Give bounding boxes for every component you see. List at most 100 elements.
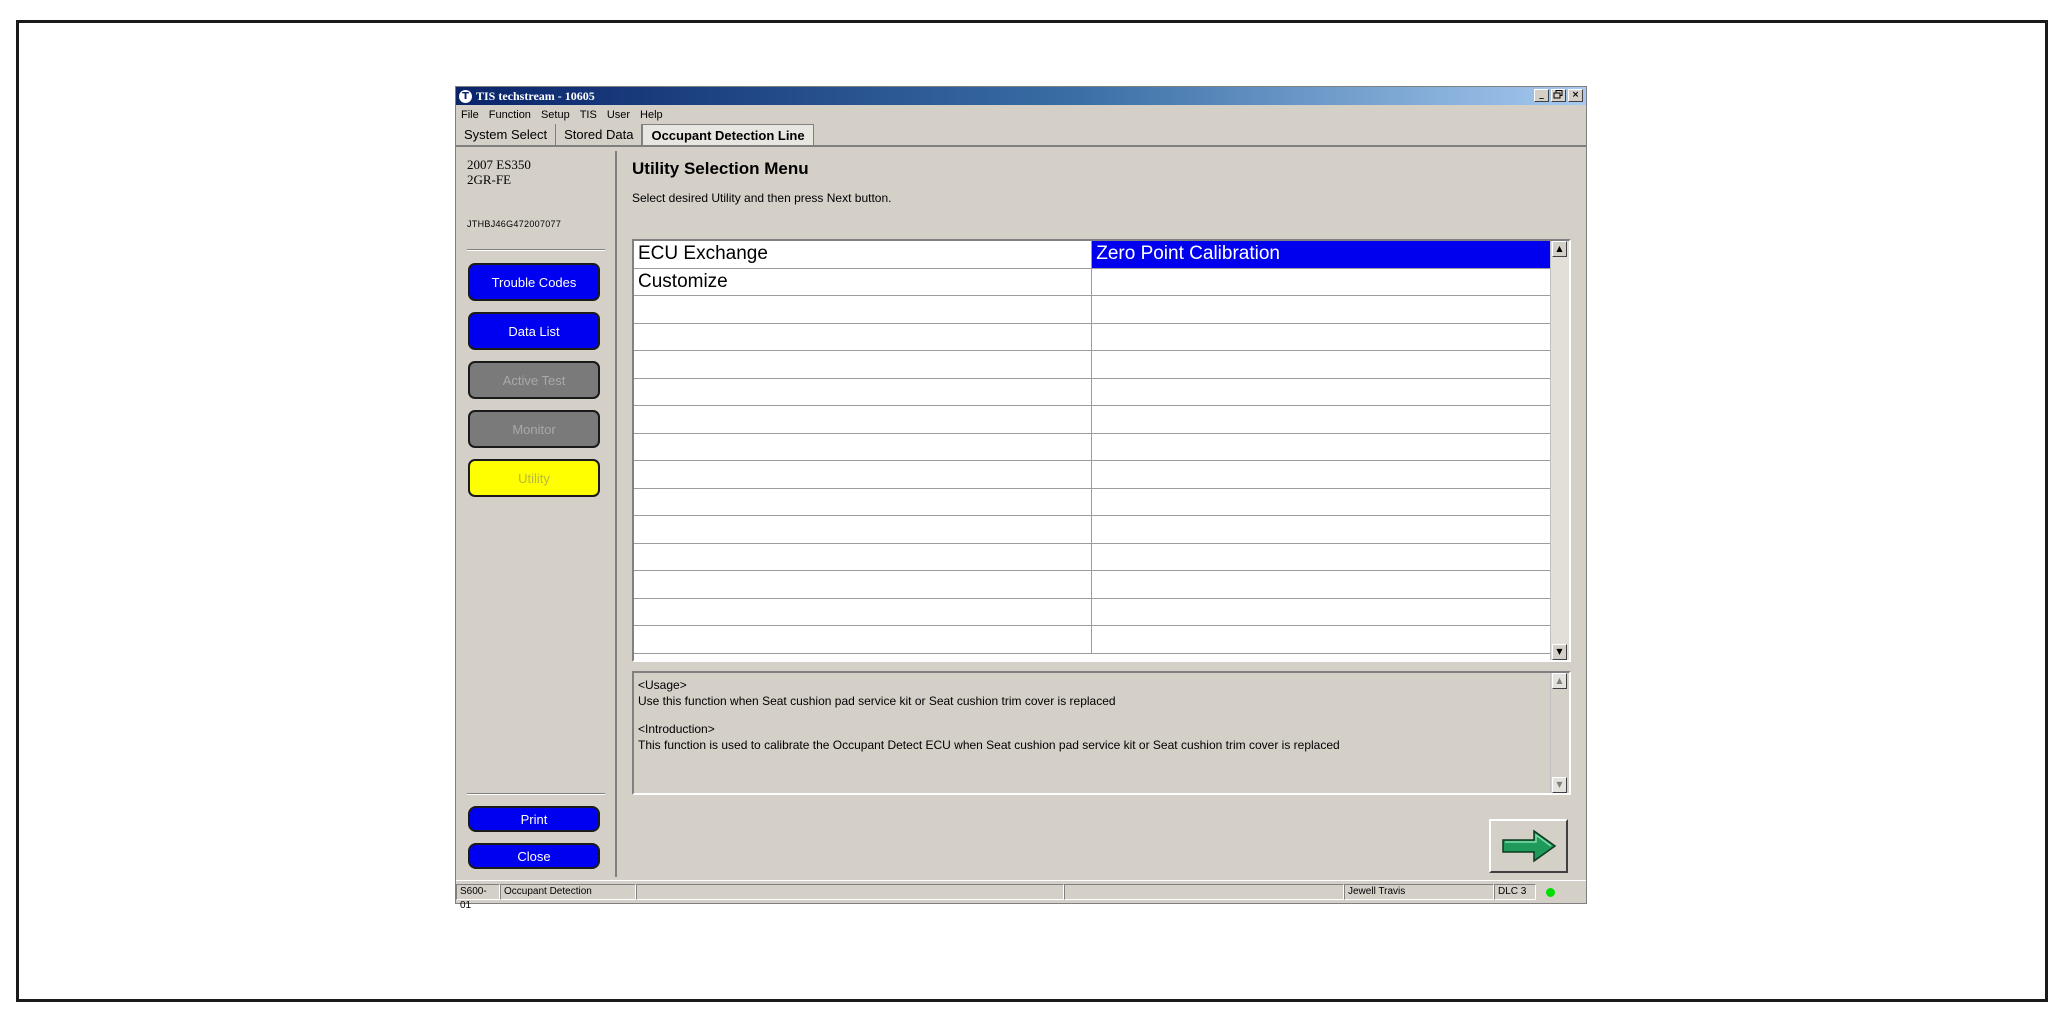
- app-icon: T: [459, 89, 472, 103]
- utility-list: ECU Exchange Zero Point Calibration Cust…: [632, 239, 1571, 662]
- sidebar-divider: [467, 793, 605, 795]
- next-arrow-icon: [1501, 829, 1556, 863]
- active-test-button[interactable]: Active Test: [468, 361, 600, 399]
- introduction-text: This function is used to calibrate the O…: [638, 738, 1340, 752]
- utility-button[interactable]: Utility: [468, 459, 600, 497]
- tab-system-select[interactable]: System Select: [456, 124, 557, 145]
- table-cell: [634, 323, 1093, 351]
- table-cell: [1091, 570, 1551, 599]
- desc-scroll-up-button[interactable]: ▲: [1552, 673, 1567, 689]
- vehicle-vin: JTHBJ46G472007077: [467, 219, 562, 229]
- page-title: Utility Selection Menu: [632, 159, 809, 178]
- status-field: [1064, 884, 1344, 900]
- table-cell: [1091, 295, 1551, 324]
- table-cell: [1091, 378, 1551, 406]
- status-system: Occupant Detection: [500, 884, 636, 900]
- tab-bar: System Select Stored Data Occupant Detec…: [456, 124, 1586, 147]
- table-row: [634, 598, 1551, 626]
- table-cell: [1091, 488, 1551, 516]
- table-cell: [1091, 460, 1551, 489]
- menu-bar: File Function Setup TIS User Help: [456, 106, 1586, 123]
- minimize-button[interactable]: _: [1534, 89, 1549, 102]
- table-cell: [634, 570, 1093, 599]
- vehicle-info: 2007 ES350 2GR-FE: [467, 157, 531, 187]
- description-panel: <Usage> Use this function when Seat cush…: [632, 671, 1571, 795]
- table-row: [634, 515, 1551, 544]
- monitor-button[interactable]: Monitor: [468, 410, 600, 448]
- table-row: [634, 570, 1551, 599]
- utility-ecu-exchange[interactable]: ECU Exchange: [634, 241, 1093, 269]
- table-cell: [1091, 268, 1551, 296]
- techstream-window: T TIS techstream - 10605 _ × File Functi…: [455, 86, 1587, 911]
- table-cell: [634, 488, 1093, 516]
- scroll-down-button[interactable]: ▼: [1552, 644, 1567, 660]
- description-scrollbar[interactable]: ▲ ▼: [1550, 673, 1569, 793]
- restore-button[interactable]: [1551, 89, 1566, 102]
- status-user: Jewell Travis: [1344, 884, 1494, 900]
- sidebar: 2007 ES350 2GR-FE JTHBJ46G472007077 Trou…: [459, 151, 617, 877]
- table-cell: [634, 405, 1093, 434]
- table-cell: [634, 433, 1093, 461]
- table-cell: [1091, 515, 1551, 544]
- menu-tis[interactable]: TIS: [575, 109, 602, 121]
- tab-occupant-detection[interactable]: Occupant Detection Line: [642, 124, 814, 145]
- table-cell: [1091, 350, 1551, 379]
- table-cell: [634, 378, 1093, 406]
- table-row: [634, 625, 1551, 654]
- status-bar: S600-01 Occupant Detection Jewell Travis…: [456, 880, 1586, 911]
- table-cell: [634, 295, 1093, 324]
- table-row: [634, 350, 1551, 379]
- title-bar: T TIS techstream - 10605 _ ×: [456, 87, 1586, 105]
- close-button[interactable]: Close: [468, 843, 600, 869]
- table-cell: [634, 598, 1093, 626]
- utility-customize[interactable]: Customize: [634, 268, 1093, 296]
- trouble-codes-button[interactable]: Trouble Codes: [468, 263, 600, 301]
- vehicle-engine: 2GR-FE: [467, 172, 512, 187]
- restore-icon: [1553, 90, 1563, 99]
- usage-header: <Usage>: [638, 678, 687, 692]
- main-content: Utility Selection Menu Select desired Ut…: [622, 151, 1582, 877]
- table-row: Customize: [634, 268, 1551, 296]
- desc-scroll-down-button[interactable]: ▼: [1552, 777, 1567, 793]
- usage-text: Use this function when Seat cushion pad …: [638, 694, 1116, 708]
- table-cell: [634, 460, 1093, 489]
- connection-status-icon: [1546, 887, 1555, 897]
- sidebar-divider: [467, 249, 605, 251]
- description-text: <Usage> Use this function when Seat cush…: [638, 677, 1547, 753]
- table-cell: [1091, 433, 1551, 461]
- introduction-header: <Introduction>: [638, 722, 715, 736]
- table-row: [634, 488, 1551, 516]
- menu-function[interactable]: Function: [484, 109, 536, 121]
- table-row: [634, 405, 1551, 434]
- next-button[interactable]: [1489, 819, 1568, 873]
- status-connection: DLC 3: [1494, 884, 1536, 900]
- table-row: ECU Exchange Zero Point Calibration: [634, 241, 1551, 269]
- status-code: S600-01: [456, 884, 500, 911]
- table-row: [634, 323, 1551, 351]
- table-row: [634, 295, 1551, 324]
- window-title: TIS techstream - 10605: [476, 88, 595, 103]
- table-row: [634, 433, 1551, 461]
- utility-zero-point-calibration[interactable]: Zero Point Calibration: [1091, 241, 1551, 269]
- status-field: [636, 884, 1064, 900]
- table-cell: [634, 625, 1093, 654]
- table-row: [634, 543, 1551, 571]
- tab-stored-data[interactable]: Stored Data: [556, 124, 643, 145]
- menu-file[interactable]: File: [456, 109, 484, 121]
- data-list-button[interactable]: Data List: [468, 312, 600, 350]
- table-cell: [1091, 543, 1551, 571]
- utility-table: ECU Exchange Zero Point Calibration Cust…: [634, 241, 1551, 654]
- table-cell: [1091, 323, 1551, 351]
- table-row: [634, 460, 1551, 489]
- utility-list-scrollbar[interactable]: ▲ ▼: [1550, 241, 1569, 660]
- print-button[interactable]: Print: [468, 806, 600, 832]
- table-cell: [1091, 598, 1551, 626]
- table-cell: [634, 515, 1093, 544]
- table-row: [634, 378, 1551, 406]
- table-cell: [1091, 405, 1551, 434]
- menu-setup[interactable]: Setup: [536, 109, 575, 121]
- menu-help[interactable]: Help: [635, 109, 668, 121]
- menu-user[interactable]: User: [602, 109, 635, 121]
- scroll-up-button[interactable]: ▲: [1552, 241, 1567, 257]
- close-window-button[interactable]: ×: [1568, 89, 1583, 102]
